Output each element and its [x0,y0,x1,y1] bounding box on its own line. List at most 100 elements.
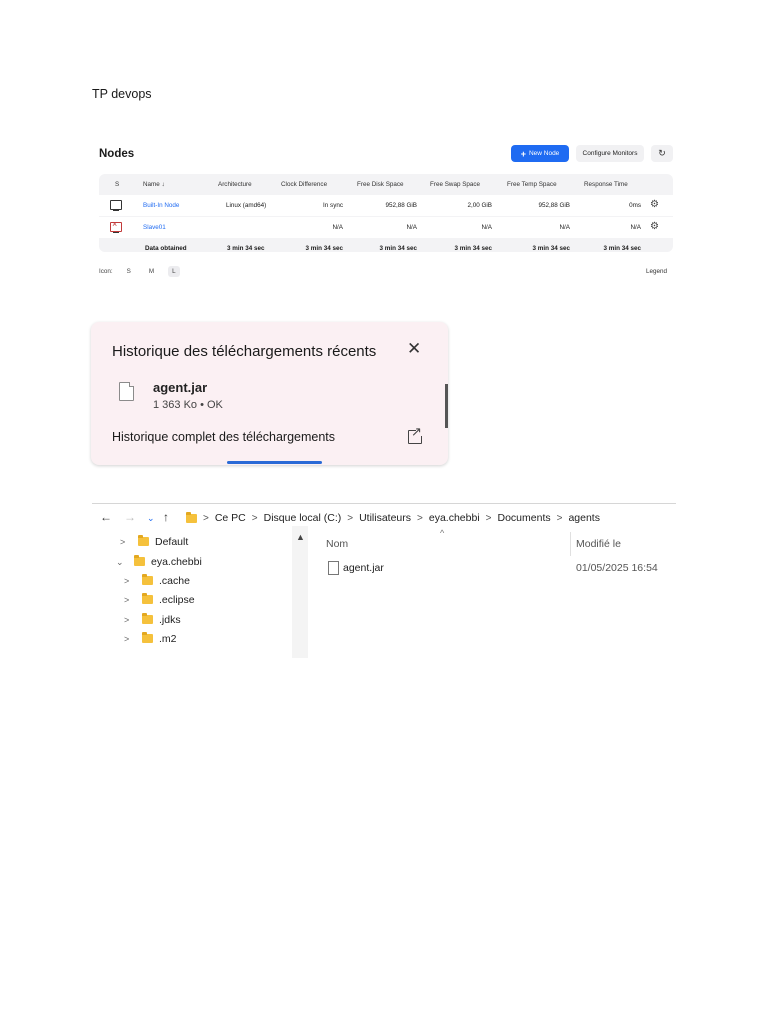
col-name[interactable]: Name ↓ [143,181,165,188]
node-disk: N/A [406,224,418,231]
table-row-data-obtained: Data obtained 3 min 34 sec 3 min 34 sec … [99,238,673,259]
chevron-right-icon[interactable]: > [124,615,134,625]
tree-scrollbar[interactable] [292,526,308,658]
chevron-right-icon[interactable]: > [124,595,134,605]
close-icon[interactable]: ✕ [407,339,421,359]
background-edge [445,384,448,428]
computer-offline-icon [110,219,122,233]
node-swap: N/A [481,224,493,231]
folder-icon [134,555,145,566]
col-free-temp-space[interactable]: Free Temp Space [507,181,557,188]
document-title: TP devops [92,87,152,101]
column-header-name[interactable]: Nom [326,538,348,550]
download-file-name[interactable]: agent.jar [153,380,207,395]
folder-icon [142,593,153,604]
focus-bar [227,461,322,464]
chevron-down-icon[interactable]: ⌄ [116,557,126,568]
folder-icon [138,535,149,546]
icon-size-label: Icon: [99,268,113,275]
downloads-title: Historique des téléchargements récents [112,343,377,360]
full-history-link[interactable]: Historique complet des téléchargements [112,430,335,444]
up-arrow-icon[interactable]: ↑ [163,510,169,524]
tree-item-cache[interactable]: > .cache [124,574,190,587]
open-external-icon[interactable] [408,424,425,444]
breadcrumb-item[interactable]: Ce PC [215,512,246,524]
refresh-icon[interactable]: ↻ [651,145,673,162]
tree-item-label: .m2 [159,633,177,645]
node-response: 0ms [629,202,641,209]
breadcrumb-item[interactable]: Utilisateurs [359,512,411,524]
table-row: Built-In Node Linux (amd64) In sync 952,… [99,195,673,216]
breadcrumb-separator: > [347,512,354,524]
file-name[interactable]: agent.jar [343,562,384,574]
node-name-link[interactable]: Built-In Node [143,202,179,209]
file-icon [328,561,339,575]
node-temp: 952,88 GiB [538,202,570,209]
download-file-meta: 1 363 Ko • OK [153,399,223,411]
tree-item-label: .jdks [159,614,181,626]
chevron-right-icon[interactable]: > [124,576,134,586]
col-free-disk-space[interactable]: Free Disk Space [357,181,404,188]
col-clock-difference[interactable]: Clock Difference [281,181,327,188]
breadcrumb-item[interactable]: Documents [498,512,551,524]
chevron-right-icon[interactable]: > [124,634,134,644]
breadcrumb-item[interactable]: agents [568,512,600,524]
forward-arrow-icon[interactable]: → [124,510,136,524]
node-swap: 2,00 GiB [467,202,492,209]
file-explorer: ← → ⌄ ↑ > Ce PC > Disque local (C:) > Ut… [92,503,676,658]
col-response-time[interactable]: Response Time [584,181,628,188]
nodes-title: Nodes [99,148,135,160]
icon-size-l[interactable]: L [168,266,180,277]
new-node-label: New Node [528,150,560,157]
chevron-right-icon[interactable]: > [120,537,130,547]
breadcrumb-separator: > [203,512,209,524]
folder-icon [142,574,153,585]
breadcrumb-separator: > [556,512,563,524]
data-obtained-arch: 3 min 34 sec [227,245,265,252]
new-node-button[interactable]: + New Node [511,145,569,162]
tree-item-eya-chebbi[interactable]: ⌄ eya.chebbi [116,555,202,568]
sort-ascending-icon: ^ [440,528,445,538]
file-modified-date: 01/05/2025 16:54 [576,562,658,574]
node-clock: In sync [323,202,343,209]
gear-icon[interactable]: ⚙ [650,221,659,232]
tree-item-label: Default [155,536,189,548]
tree-item-m2[interactable]: > .m2 [124,632,177,645]
configure-monitors-button[interactable]: Configure Monitors [576,145,644,162]
col-free-swap-space[interactable]: Free Swap Space [430,181,480,188]
breadcrumb-separator: > [417,512,423,524]
tree-item-eclipse[interactable]: > .eclipse [124,593,195,606]
data-obtained-swap: 3 min 34 sec [454,245,492,252]
breadcrumb-separator: > [485,512,492,524]
scroll-up-arrow-icon[interactable]: ▲ [296,532,305,542]
folder-icon [142,613,153,624]
folder-icon [142,632,153,643]
back-arrow-icon[interactable]: ← [100,510,112,524]
node-architecture: Linux (amd64) [226,202,267,209]
node-disk: 952,88 GiB [385,202,417,209]
column-divider[interactable] [570,532,571,556]
tree-item-label: .eclipse [159,594,195,606]
breadcrumb-item[interactable]: Disque local (C:) [264,512,342,524]
col-architecture[interactable]: Architecture [218,181,252,188]
icon-size-m[interactable]: M [145,266,158,277]
table-row: Slave01 N/A N/A N/A N/A N/A ⚙ [99,217,673,238]
icon-size-selector: Icon: S M L [99,266,180,277]
computer-icon [110,200,122,211]
folder-icon [186,511,197,523]
gear-icon[interactable]: ⚙ [650,199,659,210]
node-name-link[interactable]: Slave01 [143,224,166,231]
col-status[interactable]: S [115,181,119,188]
breadcrumb-item[interactable]: eya.chebbi [429,512,480,524]
recent-locations-chevron-icon[interactable]: ⌄ [147,513,155,524]
legend-link[interactable]: Legend [646,268,667,275]
icon-size-s[interactable]: S [123,266,135,277]
tree-item-default[interactable]: > Default [120,535,189,548]
tree-item-jdks[interactable]: > .jdks [124,613,181,626]
data-obtained-disk: 3 min 34 sec [379,245,417,252]
data-obtained-label: Data obtained [145,245,187,252]
node-response: N/A [630,224,642,231]
column-header-modified[interactable]: Modifié le [576,538,621,550]
tree-item-label: .cache [159,575,190,587]
data-obtained-temp: 3 min 34 sec [532,245,570,252]
